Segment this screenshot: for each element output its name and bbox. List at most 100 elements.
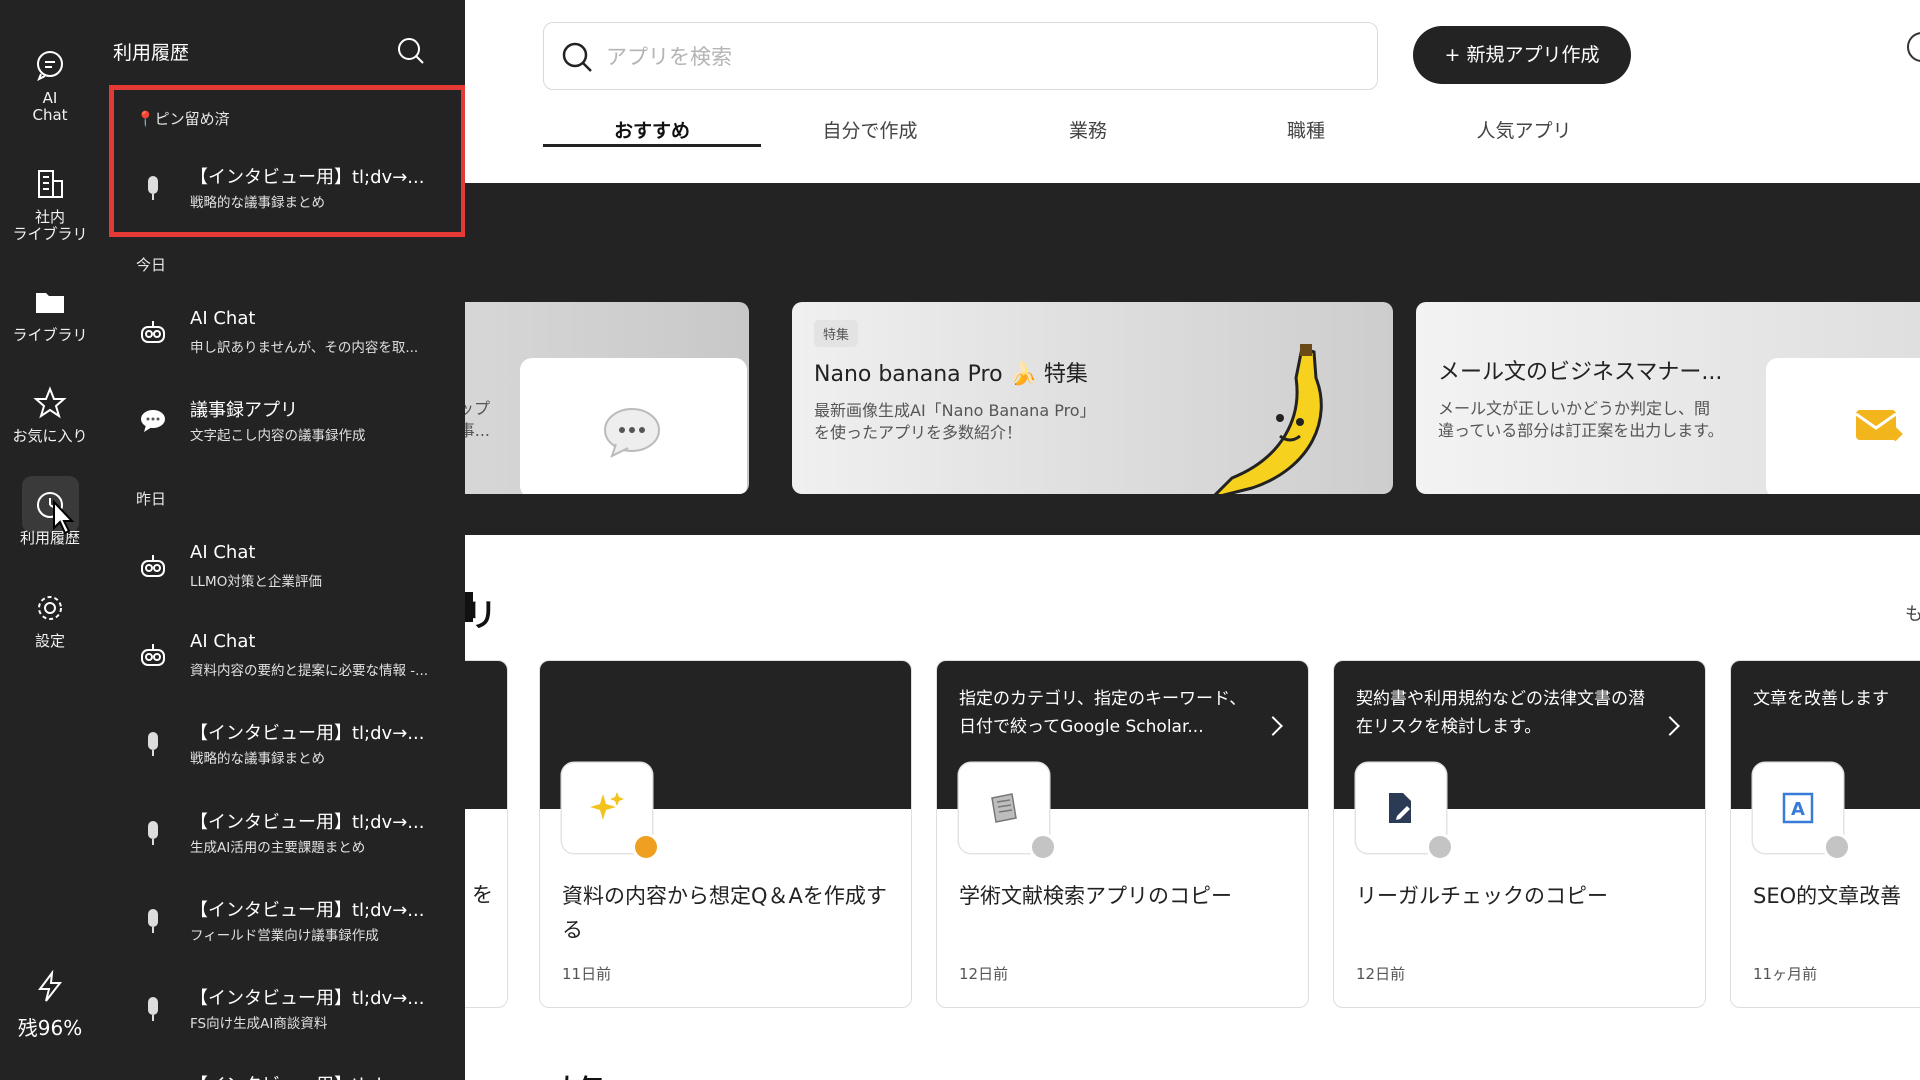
history-item-title: 【インタビュー用】tl;dv→... [190,988,425,1009]
app-card[interactable]: 資料の内容から想定Q＆Aを作成する 11日前 [539,660,912,1008]
rail-label: 利用履歴 [19,529,80,547]
rail-label: ライブラリ [12,326,88,344]
featured-card-partial[interactable]: ップ 事... [465,302,749,494]
app-card-partial-text: を [472,883,493,907]
rail-item-ai-chat[interactable]: AI Chat [0,48,100,124]
history-item[interactable]: 議事録アプリ 文字起こし内容の議事録作成 [100,388,465,458]
microphone-icon [148,176,158,200]
history-item[interactable]: AI Chat 資料内容の要約と提案に必要な情報 -... [100,623,465,693]
history-item-subtitle: フィールド営業向け議事録作成 [190,928,379,944]
search-icon[interactable] [396,36,426,66]
microphone-icon [148,821,158,845]
app-card-title: SEO的文章改善 [1753,884,1902,908]
app-card-updated: 12日前 [959,965,1009,983]
search-icon [562,42,592,72]
favorite-star-icon[interactable] [632,833,660,861]
building-icon [38,170,63,198]
tab-business[interactable]: 業務 [979,116,1197,143]
history-item-title: AI Chat [190,542,256,563]
featured-card-nano-banana[interactable]: 特集 Nano banana Pro 🍌 特集 最新画像生成AI「Nano Ba… [792,302,1393,494]
rail-item-company-library[interactable]: 社内 ライブラリ [0,167,100,243]
featured-card-desc: メール文が正しいかどうか判定し、間 違っている部分は訂正案を出力します。 [1438,399,1724,440]
tab-job-type[interactable]: 職種 [1197,116,1415,143]
history-item-title: 【インタビュー用】tl;dv→... [190,167,425,188]
app-card-partial[interactable]: を [465,660,508,1008]
history-item-subtitle: LLMO対策と企業評価 [190,574,322,590]
app-card-updated: 11ヶ月前 [1753,965,1818,983]
new-app-button[interactable]: + 新規アプリ作成 [1413,26,1631,84]
section-heading-partial-text: リ [465,596,498,634]
history-item-subtitle: 戦略的な議事録まとめ [190,751,325,767]
chat-bubble-icon [37,51,63,82]
history-item-title: 【インタビュー用】tl;dv→... [190,723,425,744]
history-item[interactable]: AI Chat LLMO対策と企業評価 [100,534,465,604]
mouse-cursor-icon [53,500,75,535]
tab-popular-apps[interactable]: 人気アプリ [1415,116,1633,143]
app-card-title: 学術文献検索アプリのコピー [959,884,1232,908]
tab-self-created[interactable]: 自分で作成 [761,116,979,143]
microphone-icon [148,997,158,1021]
app-card-description: 文章を改善します [1753,689,1889,709]
app-card-title: リーガルチェックのコピー [1356,884,1608,908]
chevron-right-icon [1263,716,1283,736]
favorite-star-icon[interactable] [1029,833,1057,861]
text-frame-icon: A [1782,792,1814,824]
history-item-subtitle: 資料内容の要約と提案に必要な情報 -... [190,663,429,679]
quota-remaining: 残96% [17,1016,83,1040]
see-more-link[interactable]: も [1905,600,1920,626]
history-item[interactable]: 【インタビュー用】tl;dv→... FS向け生成AI商談資料 [100,976,465,1046]
rail-item-favorites[interactable]: お気に入り [0,386,100,445]
history-item-partial[interactable]: 【インタビュー用】tl;dv→... [100,1063,465,1080]
history-item-pinned[interactable]: 【インタビュー用】tl;dv→... 戦略的な議事録まとめ [100,155,465,225]
speech-bubble-icon [604,408,660,458]
svg-text:A: A [1791,799,1805,820]
history-item-title: AI Chat [190,308,256,329]
rail-item-library[interactable]: ライブラリ [0,285,100,344]
featured-card-thumb [520,358,747,494]
newspaper-icon [991,793,1017,823]
app-card[interactable]: 契約書や利用規約などの法律文書の潜在リスクを検討します。 リーガルチェックのコピ… [1333,660,1706,1008]
rail-label: 設定 [34,632,65,650]
panel-title: 利用履歴 [113,42,190,64]
featured-card-desc: 最新画像生成AI「Nano Banana Pro」 を使ったアプリを多数紹介！ [814,401,1096,442]
history-item-subtitle: 申し訳ありませんが、その内容を取... [190,340,419,356]
main-content: + 新規アプリ作成 おすすめ 自分で作成 業務 職種 人気アプリ ップ 事...… [465,0,1920,1080]
featured-card-title: メール文のビジネスマナー... [1438,360,1723,385]
rail-item-history[interactable]: 利用履歴 [0,488,100,547]
search-input[interactable] [606,35,1346,79]
history-item[interactable]: 【インタビュー用】tl;dv→... 生成AI活用の主要課題まとめ [100,800,465,870]
history-item-subtitle: 生成AI活用の主要課題まとめ [190,840,366,856]
robot-icon [141,555,165,577]
microphone-icon [148,909,158,933]
envelope-icon [1855,410,1903,442]
featured-card-thumb [1766,358,1920,494]
favorite-star-icon[interactable] [1426,833,1454,861]
rail-label: お気に入り [12,427,88,445]
star-icon [33,386,67,419]
document-pen-icon [1389,793,1411,823]
app-card[interactable]: 文章を改善します A SEO的文章改善 11ヶ月前 [1730,660,1920,1008]
history-item-subtitle: 文字起こし内容の議事録作成 [190,428,366,444]
app-card-updated: 12日前 [1356,965,1406,983]
app-card[interactable]: 指定のカテゴリ、指定のキーワード、日付で絞ってGoogle Scholar...… [936,660,1309,1008]
robot-icon [141,321,165,343]
rail-label: AI Chat [32,89,68,124]
tab-recommended[interactable]: おすすめ [543,116,761,143]
featured-card-partial-text: ップ 事... [465,399,490,440]
help-icon[interactable] [1907,32,1920,62]
history-item-subtitle: 戦略的な議事録まとめ [190,195,325,211]
favorite-star-icon[interactable] [1823,833,1851,861]
app-card-title: 資料の内容から想定Q＆Aを作成する [562,884,887,942]
yesterday-section-label: 昨日 [136,490,167,508]
app-search-box[interactable] [543,22,1378,90]
app-card-header [465,661,507,809]
history-item[interactable]: AI Chat 申し訳ありませんが、その内容を取... [100,300,465,370]
rail-item-settings[interactable]: 設定 [0,591,100,650]
microphone-icon [148,732,158,756]
history-item-title: 議事録アプリ [190,400,298,421]
app-card-updated: 11日前 [562,965,612,983]
history-item[interactable]: 【インタビュー用】tl;dv→... フィールド営業向け議事録作成 [100,888,465,958]
history-item[interactable]: 【インタビュー用】tl;dv→... 戦略的な議事録まとめ [100,711,465,781]
folder-icon [36,293,64,313]
featured-card-email-manner[interactable]: メール文のビジネスマナー... メール文が正しいかどうか判定し、間 違っている部… [1416,302,1920,494]
